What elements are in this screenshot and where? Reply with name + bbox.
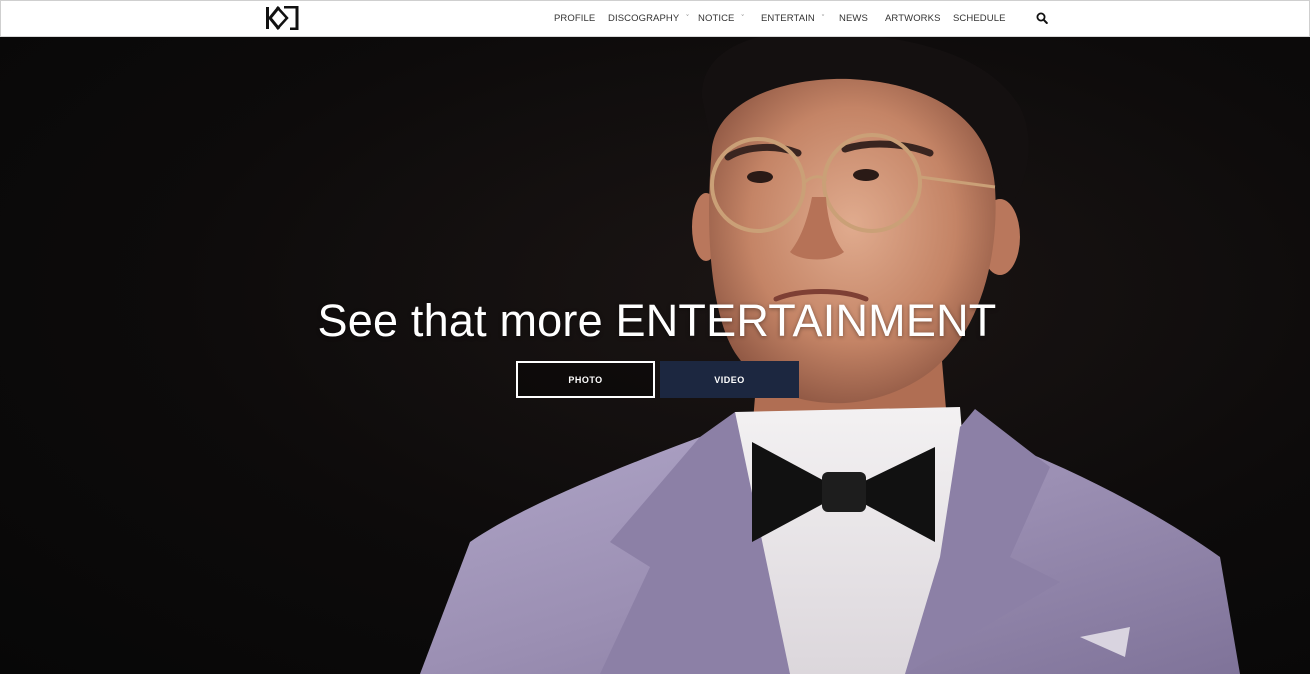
hero-portrait-image	[420, 37, 1240, 674]
nav-notice-label: NOTICE	[698, 13, 735, 24]
search-icon	[1036, 12, 1048, 24]
site-logo[interactable]	[265, 6, 299, 30]
nav-entertain[interactable]: ENTERTAIN ˇ	[761, 12, 824, 26]
chevron-down-icon: ˇ	[821, 15, 825, 22]
search-button[interactable]	[1036, 11, 1048, 25]
hero-banner: See that more ENTERTAINMENT PHOTO VIDEO	[0, 37, 1310, 674]
nav-news[interactable]: NEWS	[839, 12, 868, 26]
nav-artworks-label: ARTWORKS	[885, 13, 941, 24]
hero-title: See that more ENTERTAINMENT	[317, 295, 997, 346]
nav-notice[interactable]: NOTICE ˇ	[698, 12, 744, 26]
top-navbar: PROFILE DISCOGRAPHY ˇ NOTICE ˇ ENTERTAIN ˇ …	[0, 0, 1310, 37]
nav-discography[interactable]: DISCOGRAPHY ˇ	[608, 12, 689, 26]
nav-profile-label: PROFILE	[554, 13, 596, 24]
nav-news-label: NEWS	[839, 13, 868, 24]
nav-schedule[interactable]: SCHEDULE	[953, 12, 1006, 26]
nav-schedule-label: SCHEDULE	[953, 13, 1006, 24]
photo-button[interactable]: PHOTO	[516, 361, 655, 398]
nav-entertain-label: ENTERTAIN	[761, 13, 815, 24]
chevron-down-icon: ˇ	[741, 15, 744, 22]
nav-discography-label: DISCOGRAPHY	[608, 13, 680, 24]
chevron-down-icon: ˇ	[686, 15, 689, 22]
nav-profile[interactable]: PROFILE	[554, 12, 595, 26]
nav-artworks[interactable]: ARTWORKS	[885, 12, 941, 26]
logo-icon	[266, 6, 299, 30]
video-button[interactable]: VIDEO	[660, 361, 799, 398]
